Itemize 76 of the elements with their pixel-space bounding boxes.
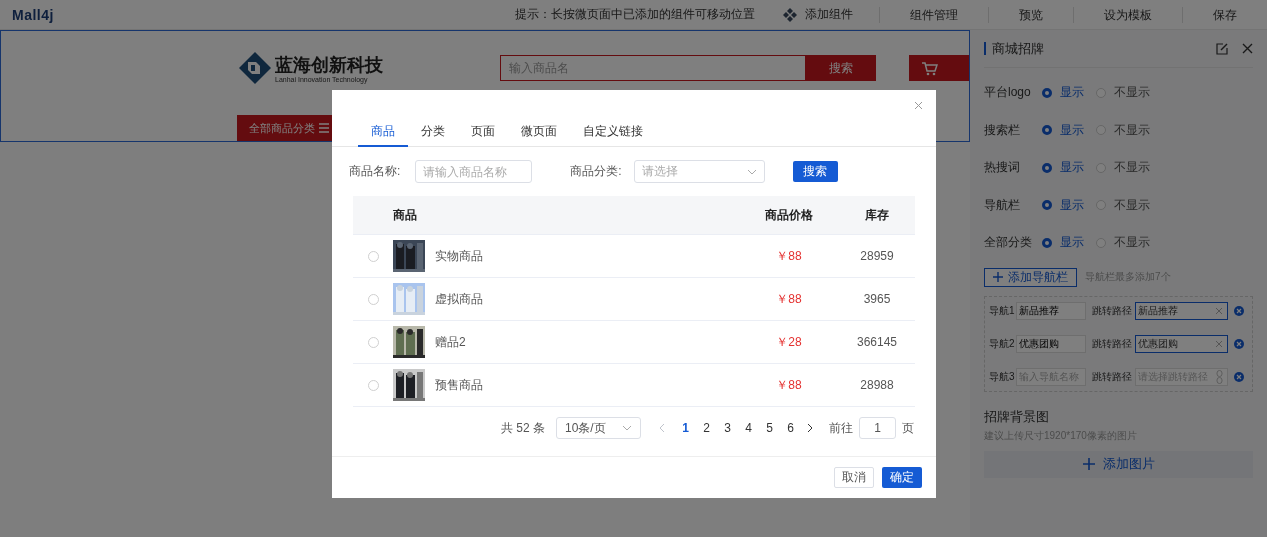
page-number[interactable]: 2 xyxy=(696,421,717,435)
field-label: 全部分类 xyxy=(984,234,1033,252)
field-label: 热搜词 xyxy=(984,159,1021,177)
page-field[interactable]: 1 xyxy=(859,417,896,439)
search-button[interactable]: 搜索 xyxy=(792,161,838,182)
field-label: 跳转路径 xyxy=(1092,369,1132,384)
product-name-field[interactable]: 请输入商品名称 xyxy=(415,160,533,183)
toolbar-button[interactable]: 保存 xyxy=(1182,6,1267,23)
toolbar-button[interactable]: 预览 xyxy=(988,6,1073,23)
stock-count: 3965 xyxy=(862,292,892,306)
radio-option[interactable]: 显示 xyxy=(1042,196,1096,214)
field-label: 商品名称: xyxy=(349,163,401,180)
add-component-button[interactable]: 添加组件 xyxy=(783,6,853,23)
goto-label: 前往 xyxy=(829,419,853,437)
field-label: 跳转路径 xyxy=(1092,336,1132,351)
hint-text: 提示：长按微页面中已添加的组件可移动位置 xyxy=(515,6,755,23)
price-text: ￥88 xyxy=(775,376,803,394)
radio-option[interactable]: 不显示 xyxy=(1096,234,1150,252)
brand-name: 蓝海创新科技 xyxy=(275,53,383,76)
column-header: 商品价格 xyxy=(764,206,814,224)
page-number[interactable]: 5 xyxy=(759,421,780,435)
field-label: 导航1 xyxy=(989,303,1016,318)
tab[interactable]: 微页面 xyxy=(508,118,570,147)
product-name: 虚拟商品 xyxy=(435,290,483,308)
radio-option[interactable]: 不显示 xyxy=(1096,196,1150,214)
cancel-button[interactable]: 取消 xyxy=(834,467,874,488)
field-label: 商品分类: xyxy=(570,163,622,180)
field-label: 导航2 xyxy=(989,336,1016,351)
radio-option[interactable]: 显示 xyxy=(1042,121,1096,139)
panel-title: 商城招牌 xyxy=(984,42,1044,55)
radio-option[interactable]: 不显示 xyxy=(1096,121,1150,139)
stock-count: 28959 xyxy=(859,249,895,263)
product-name: 预售商品 xyxy=(435,376,483,394)
price-text: ￥88 xyxy=(775,290,803,308)
stock-count: 28988 xyxy=(859,378,895,392)
page-unit-label: 页 xyxy=(902,419,914,437)
price-text: ￥28 xyxy=(775,333,803,351)
page-number[interactable]: 3 xyxy=(717,421,738,435)
category-select[interactable]: 请选择 xyxy=(633,160,765,183)
toolbar-button[interactable]: 设为模板 xyxy=(1073,6,1182,23)
tab[interactable]: 自定义链接 xyxy=(570,118,656,147)
page-number[interactable]: 1 xyxy=(675,421,696,435)
page-size-select[interactable]: 10条/页 xyxy=(556,417,641,439)
page-number[interactable]: 4 xyxy=(738,421,759,435)
field-label: 导航3 xyxy=(989,369,1016,384)
radio-option[interactable]: 不显示 xyxy=(1096,84,1150,102)
field-label: 跳转路径 xyxy=(1092,303,1132,318)
nav-name-field[interactable]: 优惠团购 xyxy=(1016,334,1086,353)
field-label: 搜索栏 xyxy=(984,121,1021,139)
section-title: 招牌背景图 xyxy=(984,407,1050,426)
tab[interactable]: 分类 xyxy=(408,118,458,147)
radio-option[interactable]: 显示 xyxy=(1042,159,1096,177)
tab[interactable]: 页面 xyxy=(458,118,508,147)
radio-option[interactable]: 不显示 xyxy=(1096,159,1150,177)
path-field[interactable]: 新品推荐 xyxy=(1135,301,1228,320)
price-text: ￥88 xyxy=(775,247,803,265)
tab[interactable]: 商品 xyxy=(358,118,408,147)
field-label: 导航栏 xyxy=(984,196,1021,214)
path-field[interactable]: 优惠团购 xyxy=(1135,334,1228,353)
confirm-button[interactable]: 确定 xyxy=(882,467,922,488)
field-label: 平台logo xyxy=(984,84,1032,102)
total-count: 共 52 条 xyxy=(501,419,545,437)
nav-name-field[interactable]: 新品推荐 xyxy=(1016,301,1086,320)
column-header: 商品 xyxy=(393,206,418,224)
product-name: 实物商品 xyxy=(435,247,483,265)
stock-count: 366145 xyxy=(855,335,898,349)
search-button[interactable]: 搜索 xyxy=(805,55,876,81)
column-header: 库存 xyxy=(864,206,890,224)
app-logo: Mall4j xyxy=(12,6,54,23)
product-name: 赠品2 xyxy=(435,333,466,351)
radio-option[interactable]: 显示 xyxy=(1042,84,1096,102)
toolbar-button[interactable]: 组件管理 xyxy=(879,6,988,23)
add-nav-button[interactable]: 添加导航栏 xyxy=(984,267,1077,287)
page-number[interactable]: 6 xyxy=(780,421,801,435)
radio-option[interactable]: 显示 xyxy=(1042,234,1096,252)
add-image-button[interactable]: 添加图片 xyxy=(984,450,1253,478)
